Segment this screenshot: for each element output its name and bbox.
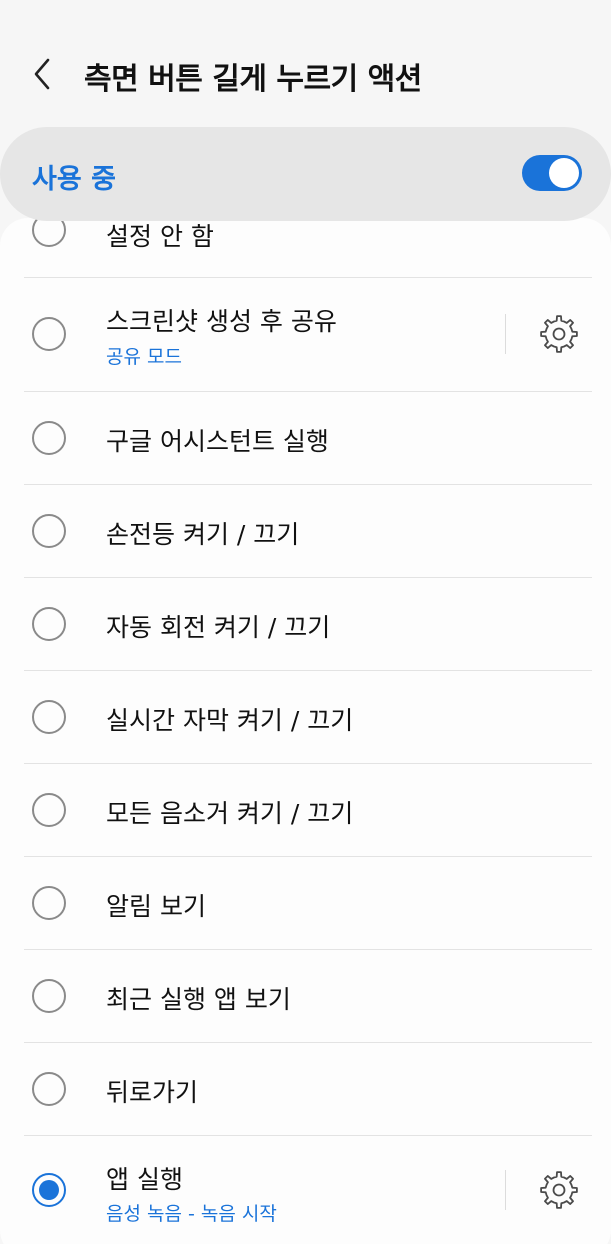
master-switch-label: 사용 중: [32, 164, 116, 195]
option-row-recent-apps[interactable]: 최근 실행 앱 보기: [0, 950, 611, 1042]
vertical-separator: [505, 314, 506, 354]
radio-button-selected[interactable]: [32, 1173, 66, 1207]
option-row-screenshot-share[interactable]: 스크린샷 생성 후 공유 공유 모드: [0, 278, 611, 391]
option-label: 알림 보기: [106, 892, 206, 921]
app-screen: 측면 버튼 길게 누르기 액션 설정 안 함 스크린샷 생성 후 공유 공유 모…: [0, 0, 611, 1244]
radio-button[interactable]: [32, 317, 66, 351]
option-row-notifications[interactable]: 알림 보기: [0, 857, 611, 949]
option-label: 손전등 켜기 / 끄기: [106, 520, 300, 549]
radio-dot: [39, 1180, 59, 1200]
radio-button[interactable]: [32, 514, 66, 548]
option-row-google-assistant[interactable]: 구글 어시스턴트 실행: [0, 392, 611, 484]
radio-button[interactable]: [32, 700, 66, 734]
option-row-auto-rotate[interactable]: 자동 회전 켜기 / 끄기: [0, 578, 611, 670]
page-title: 측면 버튼 길게 누르기 액션: [84, 62, 422, 97]
option-row-mute-all[interactable]: 모든 음소거 켜기 / 끄기: [0, 764, 611, 856]
gear-icon: [540, 1171, 578, 1209]
option-label: 실시간 자막 켜기 / 끄기: [106, 706, 354, 735]
option-label: 자동 회전 켜기 / 끄기: [106, 613, 331, 642]
option-row-none[interactable]: 설정 안 함: [0, 218, 611, 277]
chevron-left-icon: [34, 58, 50, 90]
option-sublabel: 공유 모드: [106, 346, 182, 368]
option-label: 최근 실행 앱 보기: [106, 985, 291, 1014]
option-row-live-caption[interactable]: 실시간 자막 켜기 / 끄기: [0, 671, 611, 763]
master-toggle[interactable]: [522, 155, 582, 191]
radio-button[interactable]: [32, 607, 66, 641]
option-label: 뒤로가기: [106, 1078, 199, 1107]
option-row-launch-app[interactable]: 앱 실행 음성 녹음 - 녹음 시작: [0, 1136, 611, 1244]
radio-button[interactable]: [32, 979, 66, 1013]
radio-button[interactable]: [32, 421, 66, 455]
radio-button[interactable]: [32, 1072, 66, 1106]
settings-button[interactable]: [538, 1169, 580, 1211]
option-label: 앱 실행: [106, 1165, 183, 1194]
options-list: 설정 안 함 스크린샷 생성 후 공유 공유 모드 구글 어시스턴트 실행 손전…: [0, 218, 611, 1244]
toggle-knob: [549, 158, 579, 188]
master-switch-bar[interactable]: 사용 중: [0, 127, 611, 221]
option-sublabel: 음성 녹음 - 녹음 시작: [106, 1203, 277, 1225]
option-row-flashlight[interactable]: 손전등 켜기 / 끄기: [0, 485, 611, 577]
radio-button[interactable]: [32, 886, 66, 920]
header: 측면 버튼 길게 누르기 액션: [0, 0, 611, 128]
back-button[interactable]: [26, 52, 62, 96]
vertical-separator: [505, 1170, 506, 1210]
radio-button[interactable]: [32, 793, 66, 827]
gear-icon: [540, 315, 578, 353]
radio-button[interactable]: [32, 218, 66, 247]
option-label: 스크린샷 생성 후 공유: [106, 307, 337, 336]
option-label: 모든 음소거 켜기 / 끄기: [106, 799, 354, 828]
option-label: 구글 어시스턴트 실행: [106, 427, 329, 456]
settings-button[interactable]: [538, 313, 580, 355]
option-row-back[interactable]: 뒤로가기: [0, 1043, 611, 1135]
option-label: 설정 안 함: [106, 222, 214, 251]
